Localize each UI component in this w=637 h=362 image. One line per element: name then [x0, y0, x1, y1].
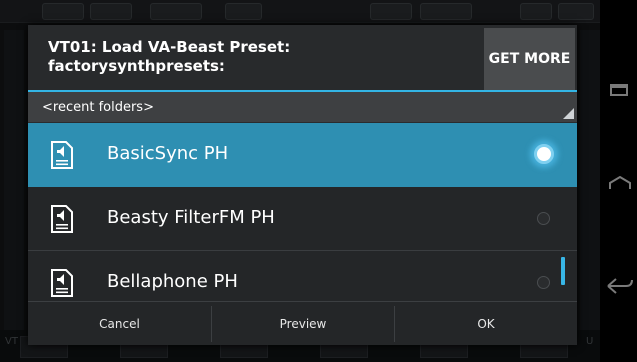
- dialog-button-bar: Cancel Preview OK: [28, 301, 577, 346]
- dialog-header: VT01: Load VA-Beast Preset: factorysynth…: [28, 25, 577, 90]
- dialog-title-line-1: VT01: Load VA-Beast Preset:: [48, 38, 291, 56]
- preset-name: Bellaphone PH: [107, 271, 238, 292]
- preset-name: BasicSync PH: [107, 143, 229, 164]
- home-icon[interactable]: [609, 176, 631, 190]
- back-icon[interactable]: [606, 276, 634, 296]
- preview-button[interactable]: Preview: [212, 302, 394, 346]
- preset-list[interactable]: BasicSync PH Beasty FilterFM PH Bellapho…: [28, 123, 577, 299]
- folder-selector-value: <recent folders>: [42, 100, 154, 115]
- radio-button[interactable]: [537, 276, 550, 289]
- dialog-title: VT01: Load VA-Beast Preset: factorysynth…: [48, 38, 478, 76]
- preset-file-icon: [51, 205, 73, 233]
- load-preset-dialog: VT01: Load VA-Beast Preset: factorysynth…: [28, 25, 577, 345]
- radio-button[interactable]: [537, 212, 550, 225]
- radio-button-selected[interactable]: [534, 144, 554, 164]
- preset-list-item[interactable]: Beasty FilterFM PH: [28, 187, 577, 251]
- dropdown-indicator-icon: [563, 108, 574, 119]
- cancel-button[interactable]: Cancel: [28, 302, 211, 346]
- preset-list-item[interactable]: Bellaphone PH: [28, 251, 577, 299]
- ok-button[interactable]: OK: [395, 302, 577, 346]
- preset-file-icon: [51, 141, 73, 169]
- preset-list-item[interactable]: BasicSync PH: [28, 123, 577, 187]
- preset-name: Beasty FilterFM PH: [107, 207, 275, 228]
- folder-selector-dropdown[interactable]: <recent folders>: [28, 92, 577, 123]
- recent-apps-icon[interactable]: [610, 84, 628, 96]
- preset-file-icon: [51, 269, 73, 297]
- get-more-button[interactable]: GET MORE: [484, 28, 575, 90]
- dialog-title-line-2: factorysynthpresets:: [48, 57, 225, 75]
